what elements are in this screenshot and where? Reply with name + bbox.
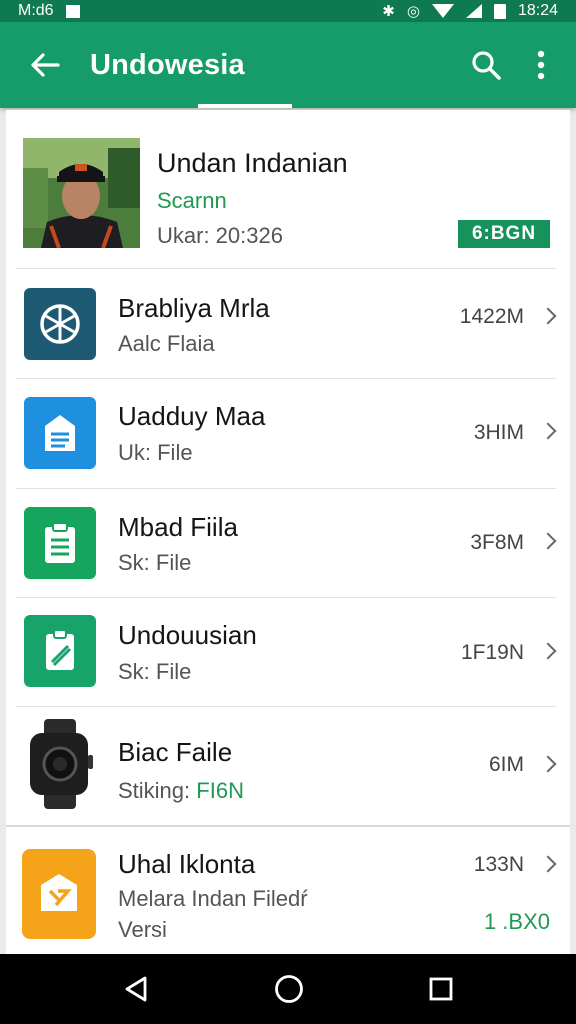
- arrow-back-icon: [31, 53, 60, 77]
- file-thumbnail: [20, 719, 100, 809]
- chevron-right-icon: [539, 422, 557, 440]
- file-size: 133N: [473, 853, 524, 876]
- file-title: Uhal Iklonta: [118, 849, 256, 879]
- file-title: Uadduy Maa: [118, 401, 266, 431]
- file-extra: 1 .BX0: [483, 909, 550, 934]
- list-item[interactable]: Undouusian Sk: File 1F19N: [6, 598, 570, 706]
- file-title: Biac Faile: [118, 737, 233, 767]
- file-thumbnail: [24, 397, 96, 469]
- nav-home-icon[interactable]: [273, 973, 305, 1005]
- file-thumbnail: [24, 615, 96, 687]
- file-subtitle: Uk: File: [118, 440, 193, 465]
- status-time: 18:24: [517, 2, 558, 19]
- profile-card[interactable]: Undan Indanian Scarnn Ukar: 20:326 6:BGN: [6, 110, 570, 268]
- bluetooth-icon: ✱: [382, 3, 395, 20]
- person-photo-icon: [23, 138, 140, 248]
- file-subtitle-value: FI6N: [196, 778, 244, 803]
- alarm-icon: ◎: [406, 3, 420, 20]
- document-icon: [45, 415, 75, 451]
- chevron-right-icon: [539, 642, 557, 660]
- aperture-icon: [40, 304, 80, 344]
- file-thumbnail: [24, 507, 96, 579]
- navigation-bar: [0, 954, 576, 1024]
- profile-name: Undan Indanian: [157, 148, 348, 178]
- file-title: Undouusian: [118, 620, 257, 650]
- file-size: 1422M: [459, 305, 524, 328]
- profile-meta: Ukar: 20:326: [157, 223, 283, 248]
- chevron-right-icon: [539, 855, 557, 873]
- page-title: Undowesia: [90, 48, 245, 81]
- file-subtitle: Sk: File: [118, 659, 192, 684]
- list-item[interactable]: Mbad Fiila Sk: File 3F8M: [6, 489, 570, 597]
- tag-file-icon: [41, 874, 77, 911]
- profile-status: Scarnn: [157, 188, 227, 213]
- file-title: Mbad Fiila: [118, 512, 238, 542]
- file-list: Undan Indanian Scarnn Ukar: 20:326 6:BGN…: [6, 110, 570, 954]
- screen: M:d6 ✱ ◎ 18:24 Undowesia Undan Indanian …: [0, 0, 576, 1024]
- nav-back-icon[interactable]: [121, 974, 151, 1004]
- list-item[interactable]: Uadduy Maa Uk: File 3HIM: [6, 379, 570, 488]
- file-title: Brabliya Mrla: [118, 293, 270, 323]
- status-carrier: M:d6: [18, 2, 54, 19]
- status-badge: 6:BGN: [458, 220, 550, 248]
- tab-indicator: [198, 104, 292, 108]
- clipboard-icon: [45, 522, 75, 563]
- file-subtitle-line2: Versi: [118, 917, 167, 942]
- file-subtitle: Sk: File: [118, 550, 192, 575]
- pencil-file-icon: [46, 629, 74, 670]
- chevron-right-icon: [539, 307, 557, 325]
- file-size: 6IM: [488, 753, 524, 776]
- back-button[interactable]: [0, 22, 90, 108]
- nav-recents-icon[interactable]: [427, 975, 455, 1003]
- chevron-right-icon: [539, 755, 557, 773]
- battery-icon: [493, 3, 506, 19]
- list-item[interactable]: Brabliya Mrla Aalc Flaia 1422M: [6, 269, 570, 378]
- search-icon[interactable]: [470, 49, 502, 81]
- file-size: 3HIM: [473, 421, 524, 444]
- file-subtitle: Stiking: FI6N: [118, 778, 244, 804]
- more-options-icon[interactable]: [536, 50, 546, 80]
- profile-avatar: [23, 138, 140, 248]
- list-item[interactable]: Biac Faile Stiking: FI6N 6IM: [6, 707, 570, 825]
- chevron-right-icon: [539, 532, 557, 550]
- file-thumbnail: [24, 288, 96, 360]
- file-thumbnail: [22, 849, 96, 939]
- file-size: 3F8M: [470, 531, 524, 554]
- file-subtitle-line1: Melara Indan Filedŕ: [118, 886, 308, 911]
- wifi-icon: [431, 4, 454, 18]
- cell-signal-icon: [465, 4, 482, 18]
- notification-icon: [65, 4, 80, 18]
- status-bar: M:d6 ✱ ◎ 18:24: [0, 0, 576, 22]
- smartwatch-icon: [30, 719, 93, 809]
- app-bar: Undowesia: [0, 22, 576, 108]
- file-subtitle: Aalc Flaia: [118, 331, 215, 356]
- list-item[interactable]: Uhal Iklonta Melara Indan Filedŕ Versi 1…: [6, 827, 570, 954]
- file-size: 1F19N: [460, 641, 524, 664]
- file-subtitle-label: Stiking:: [118, 778, 191, 803]
